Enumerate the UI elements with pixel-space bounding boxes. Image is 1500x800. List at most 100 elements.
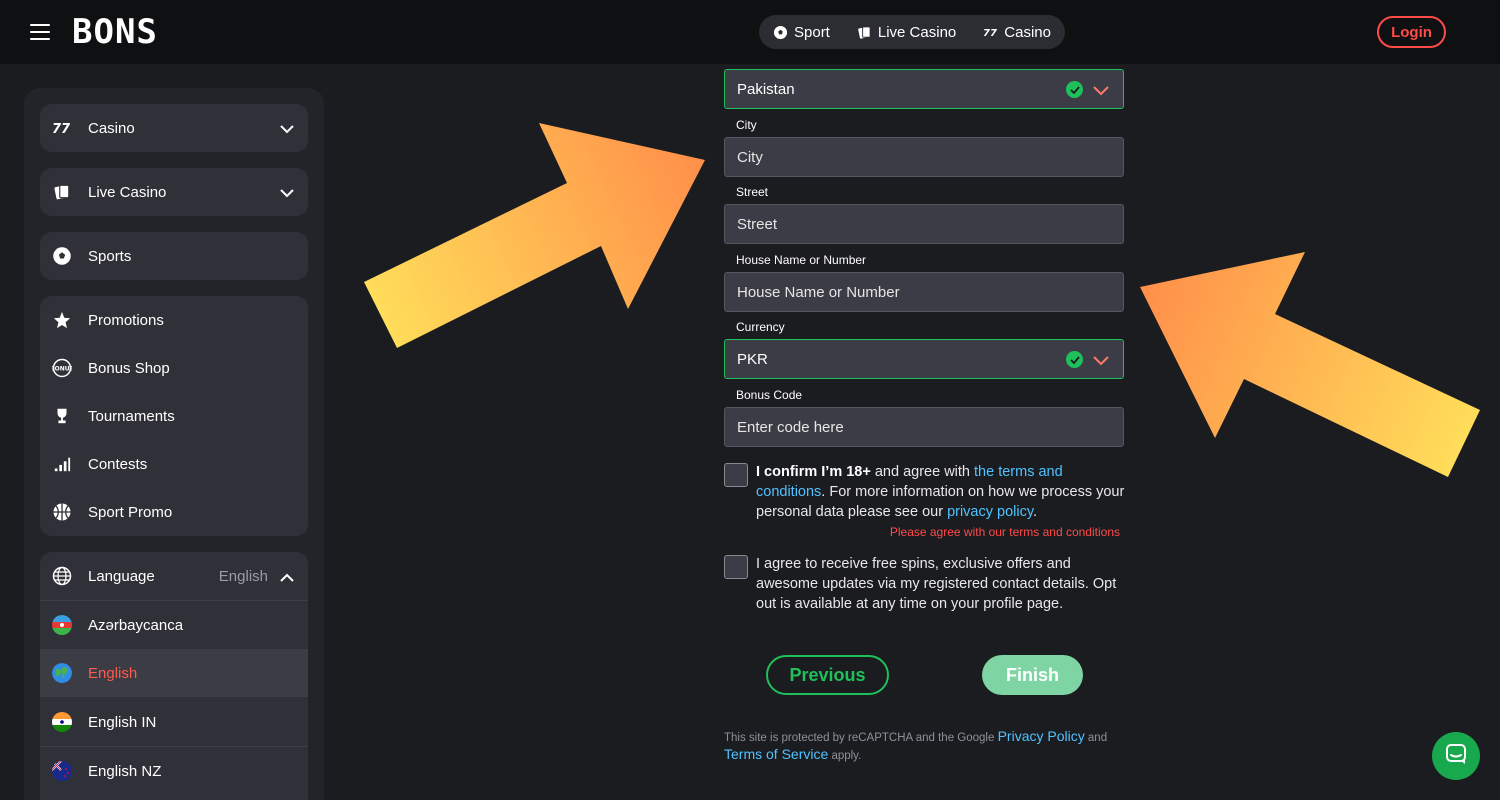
bonus-code-label: Bonus Code	[736, 388, 803, 402]
bars-icon	[52, 454, 72, 474]
recaptcha-notice: This site is protected by reCAPTCHA and …	[724, 728, 1134, 764]
country-value: Pakistan	[737, 80, 795, 98]
soccer-ball-icon	[773, 25, 788, 40]
country-select[interactable]: Pakistan	[724, 69, 1124, 109]
sidebar-item-live-casino[interactable]: Live Casino	[40, 168, 308, 216]
language-option-azerbaijani[interactable]: Azərbaycanca	[40, 601, 308, 649]
chevron-down-icon	[280, 185, 294, 202]
top-nav: Sport Live Casino 77 Casino	[759, 15, 1065, 49]
bonus-icon: BONUS	[52, 358, 72, 378]
globe-icon	[52, 663, 72, 683]
currency-label: Currency	[736, 320, 785, 334]
bonus-code-input[interactable]	[737, 418, 1097, 436]
sidebar-item-label: Tournaments	[88, 407, 175, 425]
currency-select[interactable]: PKR	[724, 339, 1124, 379]
street-label: Street	[736, 185, 769, 199]
language-option-english-nz[interactable]: English NZ	[40, 747, 308, 795]
chat-button[interactable]	[1432, 732, 1480, 780]
svg-text:BONUS: BONUS	[52, 366, 72, 373]
arrow-right-annotation	[1140, 252, 1480, 477]
sidebar-language-block: Language English Azərbaycanca English En…	[40, 552, 308, 800]
finish-button[interactable]: Finish	[982, 655, 1083, 695]
terms-text-1: and agree with	[870, 464, 975, 480]
google-terms-link[interactable]: Terms of Service	[724, 746, 828, 762]
globe-icon	[52, 566, 72, 586]
previous-button[interactable]: Previous	[766, 655, 889, 695]
terms-error: Please agree with our terms and conditio…	[889, 525, 1120, 539]
sidebar-casino-block: 77 Casino	[40, 104, 308, 152]
sidebar-item-tournaments[interactable]: Tournaments	[40, 392, 308, 440]
language-current-value: English	[218, 568, 268, 585]
nav-sport-label: Sport	[794, 23, 830, 41]
sidebar-item-sport-promo[interactable]: Sport Promo	[40, 488, 308, 536]
street-field[interactable]	[724, 204, 1124, 244]
sidebar-item-label: Sports	[88, 247, 132, 265]
language-option-label: English NZ	[88, 762, 162, 780]
language-option-label: English	[88, 664, 138, 682]
logo[interactable]: BONS	[72, 12, 158, 52]
soccer-ball-icon	[52, 246, 72, 266]
city-field[interactable]	[724, 137, 1124, 177]
language-selector[interactable]: Language English	[40, 552, 308, 600]
offers-text: I agree to receive free spins, exclusive…	[756, 556, 1117, 612]
sevens-icon: 77	[52, 118, 72, 138]
terms-bold: I confirm I’m 18+	[756, 464, 871, 480]
terms-text-3: .	[1033, 504, 1038, 520]
nav-casino-label: Casino	[1004, 23, 1051, 41]
sidebar-item-label: Sport Promo	[88, 503, 173, 521]
language-option-english-in[interactable]: English IN	[40, 698, 308, 746]
star-icon	[52, 310, 72, 330]
nav-live-casino[interactable]: Live Casino	[857, 24, 956, 41]
trophy-icon	[52, 406, 72, 426]
house-field[interactable]	[724, 272, 1124, 312]
flag-india-icon	[52, 712, 72, 732]
check-icon	[1066, 81, 1083, 98]
house-input[interactable]	[737, 283, 1097, 301]
recaptcha-text-2: and	[1084, 732, 1108, 744]
chevron-down-icon	[1093, 83, 1109, 100]
chevron-down-icon	[280, 121, 294, 138]
arrow-left-annotation	[364, 123, 705, 348]
nav-live-casino-label: Live Casino	[877, 23, 957, 41]
login-button[interactable]: Login	[1377, 16, 1446, 48]
menu-icon[interactable]	[30, 24, 50, 40]
svg-text:77: 77	[52, 122, 71, 135]
google-privacy-link[interactable]: Privacy Policy	[998, 728, 1085, 744]
city-label: City	[736, 118, 757, 132]
currency-value: PKR	[737, 350, 768, 368]
language-option-english[interactable]: English	[40, 649, 308, 697]
bonus-code-field[interactable]	[724, 407, 1124, 447]
terms-text: I confirm I’m 18+ and agree with the ter…	[756, 462, 1136, 522]
nav-sport[interactable]: Sport	[773, 24, 830, 41]
language-label: Language	[88, 567, 155, 585]
offers-checkbox[interactable]	[724, 555, 748, 579]
svg-text:77: 77	[983, 28, 997, 38]
sidebar-live-casino-block: Live Casino	[40, 168, 308, 216]
city-input[interactable]	[737, 148, 1097, 166]
house-label: House Name or Number	[736, 253, 867, 267]
sidebar-item-sports[interactable]: Sports	[40, 232, 308, 280]
terms-checkbox[interactable]	[724, 463, 748, 487]
language-option-label: Azərbaycanca	[88, 616, 184, 634]
sidebar-item-label: Bonus Shop	[88, 359, 170, 377]
flag-azerbaijan-icon	[52, 615, 72, 635]
nav-casino[interactable]: 77 Casino	[983, 24, 1051, 41]
top-header: BONS Sport Live Casino 77 Casino Login	[0, 0, 1500, 64]
cards-icon	[52, 182, 72, 202]
check-icon	[1066, 351, 1083, 368]
sidebar-item-contests[interactable]: Contests	[40, 440, 308, 488]
sidebar-menu-block: Promotions BONUS Bonus Shop Tournaments …	[40, 296, 308, 536]
sidebar-item-label: Casino	[88, 119, 135, 137]
sidebar-item-label: Contests	[88, 455, 148, 473]
sidebar-item-bonus-shop[interactable]: BONUS Bonus Shop	[40, 344, 308, 392]
chat-icon	[1445, 743, 1467, 770]
sidebar-item-casino[interactable]: 77 Casino	[40, 104, 308, 152]
street-input[interactable]	[737, 215, 1097, 233]
recaptcha-text-3: apply.	[828, 750, 862, 762]
recaptcha-text-1: This site is protected by reCAPTCHA and …	[724, 732, 998, 744]
sidebar-item-promotions[interactable]: Promotions	[40, 296, 308, 344]
sevens-icon: 77	[983, 25, 998, 40]
privacy-policy-link[interactable]: privacy policy	[947, 504, 1033, 520]
sidebar-item-label: Promotions	[88, 311, 164, 329]
basketball-icon	[52, 502, 72, 522]
